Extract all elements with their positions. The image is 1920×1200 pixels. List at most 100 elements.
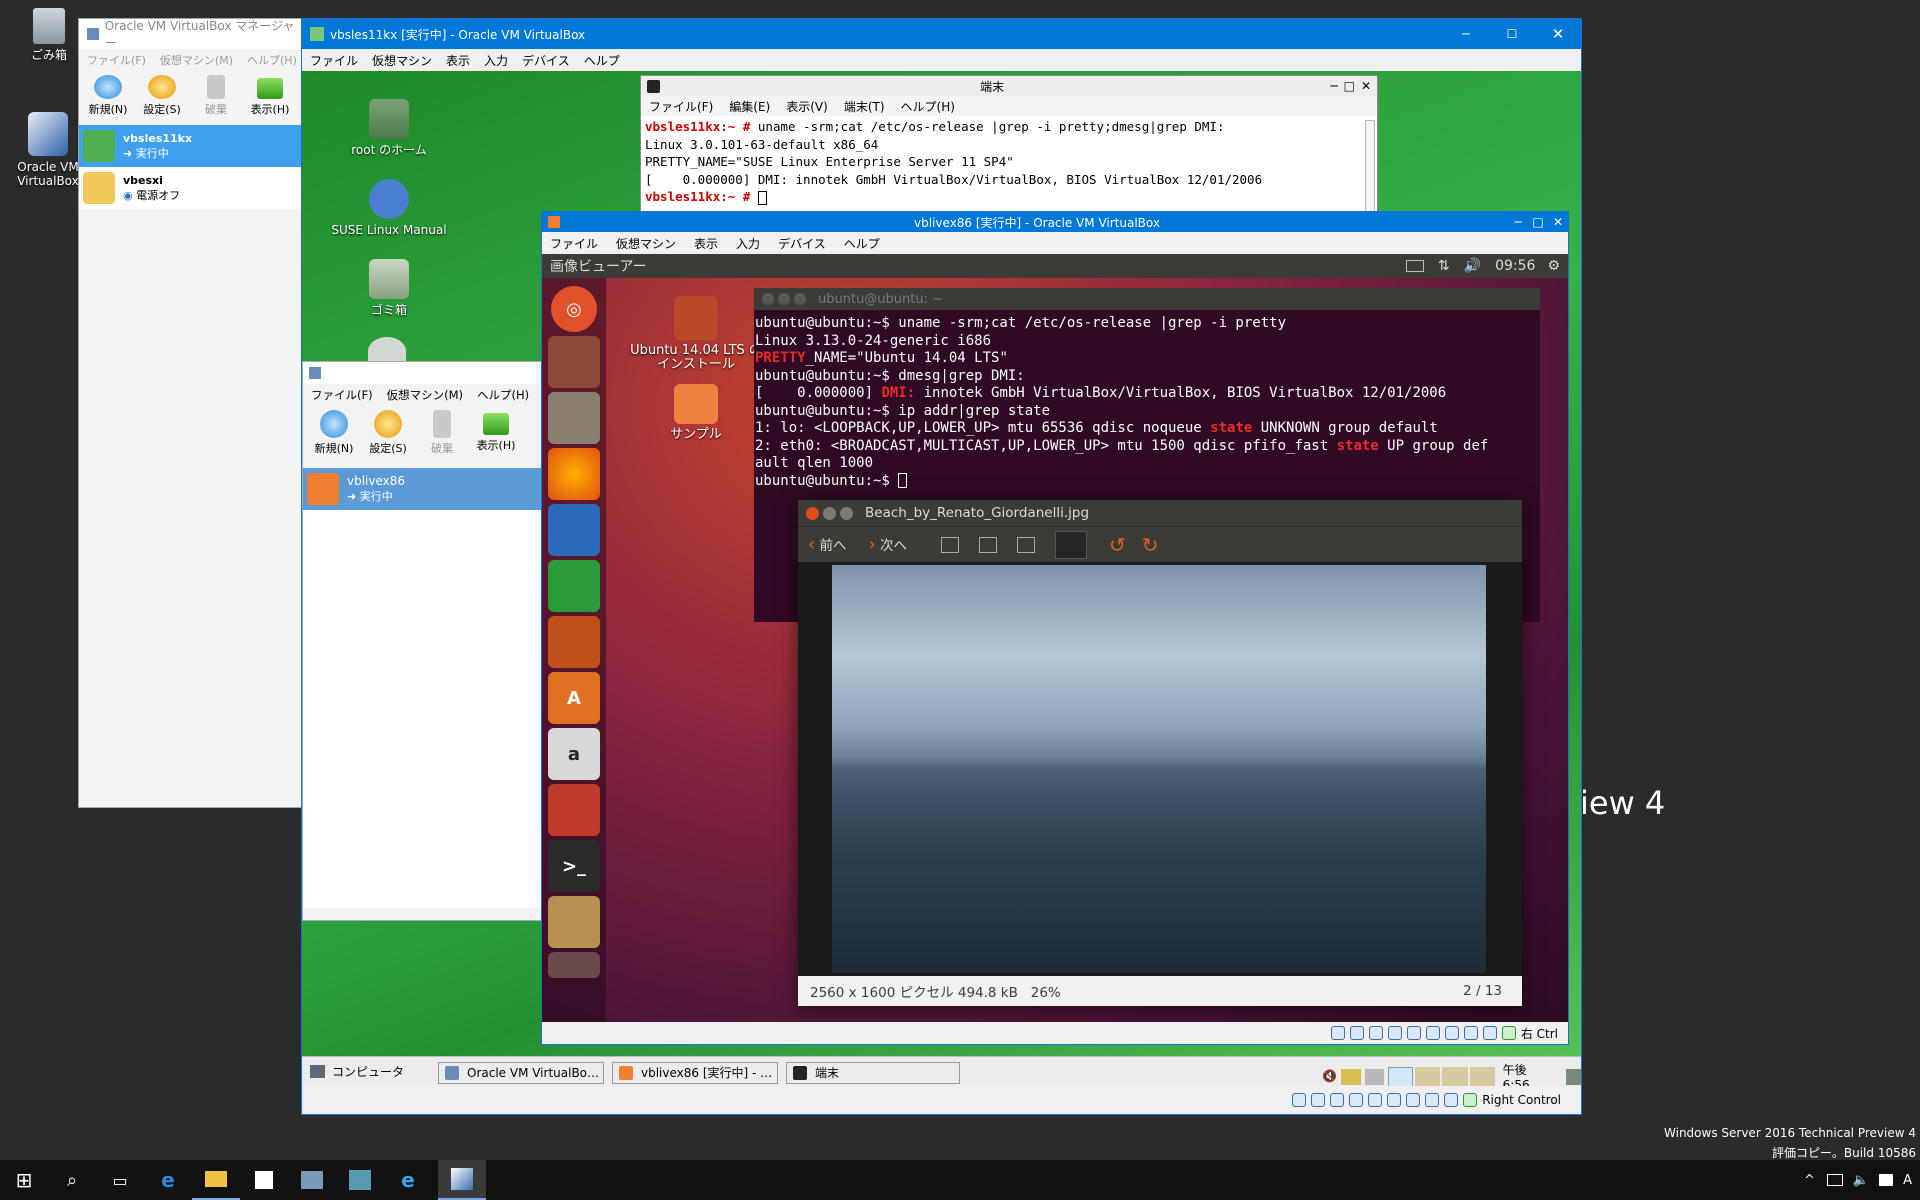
- fit-window-button[interactable]: [1055, 530, 1087, 559]
- notification-icon[interactable]: [1879, 1174, 1894, 1186]
- suse-task-terminal[interactable]: 端末: [786, 1062, 960, 1084]
- volume-tray-icon[interactable]: 🔈: [1853, 1173, 1869, 1188]
- suse-root-home-icon[interactable]: root のホーム: [344, 99, 434, 157]
- discard-vm-button[interactable]: 破棄: [415, 410, 469, 456]
- audio-status-icon[interactable]: [1368, 1026, 1383, 1040]
- search-icon[interactable]: ⌕: [48, 1160, 96, 1200]
- launcher-amazon-icon[interactable]: a: [548, 728, 600, 780]
- usb-status-icon[interactable]: [1368, 1093, 1383, 1107]
- minimize-button[interactable]: ─: [1508, 215, 1528, 229]
- admin-tools-icon[interactable]: [336, 1160, 384, 1200]
- virtualbox-taskbar-icon[interactable]: [438, 1160, 486, 1200]
- viewer-close-button[interactable]: [806, 506, 819, 520]
- menu-machine[interactable]: 仮想マシン: [616, 235, 676, 252]
- terminal-maximize-button[interactable]: □: [1344, 79, 1355, 93]
- suse-vm-titlebar[interactable]: vbsles11kx [実行中] - Oracle VM VirtualBox …: [302, 19, 1581, 49]
- suse-terminal-titlebar[interactable]: 端末 ─ □ ✕: [641, 76, 1377, 96]
- recycle-bin-desktop-icon[interactable]: ごみ箱: [14, 8, 84, 62]
- maximize-button[interactable]: □: [1528, 215, 1548, 229]
- term-menu-terminal[interactable]: 端末(T): [844, 98, 885, 115]
- recording-status-icon[interactable]: [1425, 1093, 1440, 1107]
- host-vbox-manager-titlebar[interactable]: Oracle VM VirtualBox マネージャー: [79, 19, 302, 50]
- next-button[interactable]: › 次へ: [869, 534, 908, 555]
- term-menu-edit[interactable]: 編集(E): [729, 98, 770, 115]
- edge-icon[interactable]: e: [144, 1160, 192, 1200]
- file-explorer-icon[interactable]: [192, 1160, 240, 1200]
- network-tray-icon[interactable]: [1826, 1174, 1843, 1186]
- launcher-image-viewer-icon[interactable]: [548, 896, 600, 948]
- input-method-icon[interactable]: A: [1903, 1173, 1912, 1188]
- launcher-files-icon[interactable]: [548, 392, 600, 444]
- maximize-button[interactable]: ☐: [1489, 27, 1535, 41]
- network-status-icon[interactable]: [1349, 1093, 1364, 1107]
- network-arrows-icon[interactable]: ⇅: [1438, 258, 1450, 274]
- ubuntu-samples-icon[interactable]: サンプル: [656, 384, 736, 442]
- menu-help[interactable]: ヘルプ: [844, 235, 880, 252]
- menu-view[interactable]: 表示: [694, 235, 718, 252]
- audio-status-icon[interactable]: [1330, 1093, 1345, 1107]
- close-button[interactable]: ✕: [1548, 215, 1568, 229]
- settings-vm-button[interactable]: 設定(S): [135, 75, 189, 117]
- optical-status-icon[interactable]: [1311, 1093, 1326, 1107]
- menu-machine[interactable]: 仮想マシン(M): [387, 387, 463, 403]
- ubuntu-install-icon[interactable]: Ubuntu 14.04 LTS のインストール: [626, 296, 766, 372]
- term-menu-view[interactable]: 表示(V): [786, 98, 828, 115]
- launcher-trash-icon[interactable]: [548, 952, 600, 978]
- launcher-writer-icon[interactable]: [548, 504, 600, 556]
- keyboard-icon[interactable]: [1405, 260, 1424, 272]
- new-vm-button[interactable]: 新規(N): [307, 410, 361, 456]
- volume-icon[interactable]: 🔊: [1464, 258, 1481, 274]
- workspace-1[interactable]: [1388, 1066, 1414, 1087]
- term-menu-file[interactable]: ファイル(F): [649, 98, 713, 115]
- usb-status-icon[interactable]: [1406, 1026, 1421, 1040]
- terminal-maximize-button[interactable]: [794, 293, 806, 305]
- suse-terminal-output[interactable]: vbsles11kx:~ # uname -srm;cat /etc/os-re…: [641, 116, 1377, 208]
- terminal-close-button[interactable]: ✕: [1361, 79, 1371, 93]
- suse-manual-icon[interactable]: SUSE Linux Manual: [324, 179, 454, 237]
- ubuntu-vm-titlebar[interactable]: vblivex86 [実行中] - Oracle VM VirtualBox ─…: [542, 212, 1568, 232]
- settings-vm-button[interactable]: 設定(S): [361, 410, 415, 456]
- launcher-terminal-icon[interactable]: >_: [548, 840, 600, 892]
- menu-machine[interactable]: 仮想マシン(M): [160, 52, 233, 68]
- terminal-close-button[interactable]: [762, 293, 774, 305]
- volume-muted-icon[interactable]: 🔇: [1322, 1069, 1337, 1085]
- mouse-integration-icon[interactable]: [1463, 1093, 1478, 1107]
- menu-file[interactable]: ファイル: [310, 52, 358, 69]
- zoom-in-button[interactable]: [941, 536, 959, 553]
- server-manager-icon[interactable]: [288, 1160, 336, 1200]
- launcher-impress-icon[interactable]: [548, 616, 600, 668]
- mouse-integration-icon[interactable]: [1501, 1026, 1516, 1040]
- menu-devices[interactable]: デバイス: [778, 235, 826, 252]
- menu-machine[interactable]: 仮想マシン: [372, 52, 432, 69]
- menu-help[interactable]: ヘルプ(H): [477, 387, 529, 403]
- show-vm-button[interactable]: 表示(H): [469, 410, 523, 456]
- discard-vm-button[interactable]: 破棄: [189, 75, 243, 117]
- network-status-icon[interactable]: [1387, 1026, 1402, 1040]
- shared-folder-status-icon[interactable]: [1425, 1026, 1440, 1040]
- optical-status-icon[interactable]: [1349, 1026, 1364, 1040]
- launcher-dash-icon[interactable]: ◎: [551, 286, 597, 332]
- rotate-right-button[interactable]: ↻: [1142, 533, 1159, 557]
- suse-task-vblivex86[interactable]: vblivex86 [実行中] - …: [612, 1062, 778, 1084]
- network-icon[interactable]: [1341, 1068, 1361, 1085]
- workspace-4[interactable]: [1469, 1066, 1495, 1087]
- cpu-status-icon[interactable]: [1444, 1093, 1459, 1107]
- launcher-settings-icon[interactable]: [548, 784, 600, 836]
- suse-trash-icon[interactable]: ゴミ箱: [344, 259, 434, 317]
- launcher-calc-icon[interactable]: [548, 560, 600, 612]
- menu-input[interactable]: 入力: [736, 235, 760, 252]
- show-vm-button[interactable]: 表示(H): [243, 75, 297, 117]
- suse-start-button[interactable]: コンピュータ: [310, 1062, 404, 1082]
- task-view-icon[interactable]: ▭: [96, 1160, 144, 1200]
- launcher-software-center-icon[interactable]: A: [548, 672, 600, 724]
- viewer-maximize-button[interactable]: [840, 506, 853, 520]
- minimize-button[interactable]: ─: [1443, 27, 1489, 41]
- zoom-out-button[interactable]: [1017, 536, 1035, 553]
- hdd-status-icon[interactable]: [1330, 1026, 1345, 1040]
- chevron-up-icon[interactable]: ^: [1804, 1173, 1815, 1188]
- workspace-3[interactable]: [1442, 1066, 1468, 1087]
- close-button[interactable]: ✕: [1535, 25, 1581, 43]
- new-vm-button[interactable]: 新規(N): [81, 75, 135, 117]
- image-viewer-titlebar[interactable]: Beach_by_Renato_Giordanelli.jpg: [798, 500, 1522, 526]
- display-status-icon[interactable]: [1444, 1026, 1459, 1040]
